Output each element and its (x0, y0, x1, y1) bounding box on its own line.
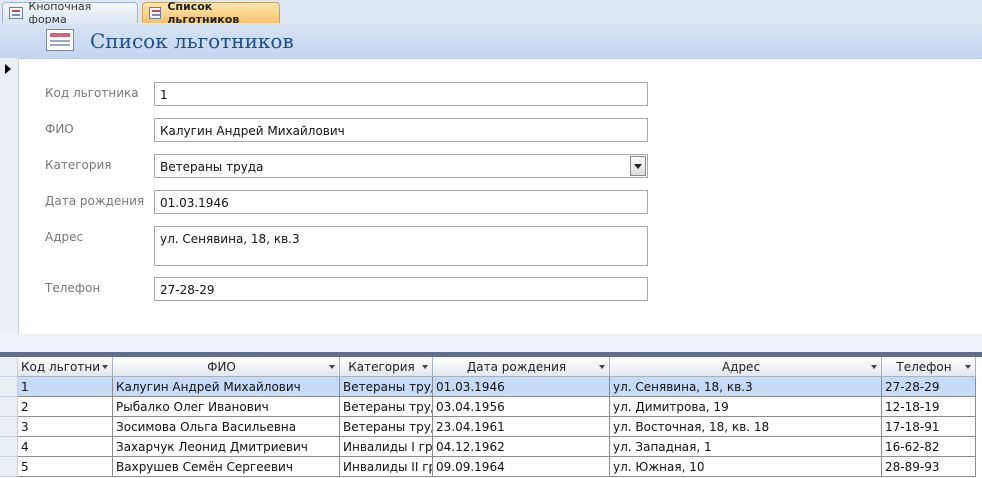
chevron-down-icon[interactable] (329, 365, 335, 369)
category-combo[interactable]: Ветераны труда (154, 154, 648, 178)
column-header-birthdate[interactable]: Дата рождения (433, 357, 610, 377)
column-header-address[interactable]: Адрес (610, 357, 882, 377)
table-cell[interactable]: ул. Восточная, 18, кв. 18 (610, 417, 882, 437)
table-cell[interactable]: Захарчук Леонид Дмитриевич (113, 437, 340, 457)
table-cell[interactable]: 03.04.1956 (433, 397, 610, 417)
column-header-phone[interactable]: Телефон (882, 357, 976, 377)
table-cell[interactable]: 3 (18, 417, 113, 437)
category-label: Категория (45, 158, 112, 172)
form-header: Список льготников (0, 24, 982, 59)
table-cell[interactable]: 01.03.1946 (433, 377, 610, 397)
form-icon (9, 7, 23, 19)
datasheet-header-row: Код льготни ФИО Категория Дата рождения … (0, 357, 982, 377)
row-selector[interactable] (0, 437, 18, 457)
table-cell[interactable]: Ветераны труда (340, 397, 433, 417)
address-label: Адрес (45, 230, 84, 244)
phone-label: Телефон (45, 281, 101, 295)
form-icon (149, 7, 162, 19)
table-cell[interactable]: 12-18-19 (882, 397, 976, 417)
row-selector[interactable] (0, 457, 18, 477)
table-cell[interactable]: 5 (18, 457, 113, 477)
table-cell[interactable]: Рыбалко Олег Иванович (113, 397, 340, 417)
table-cell[interactable]: Инвалиды I гр (340, 437, 433, 457)
table-cell[interactable]: 17-18-91 (882, 417, 976, 437)
chevron-down-icon[interactable] (102, 365, 108, 369)
fio-label: ФИО (45, 122, 74, 136)
table-cell[interactable]: 4 (18, 437, 113, 457)
column-header-code[interactable]: Код льготни (18, 357, 113, 377)
table-cell[interactable]: 27-28-29 (882, 377, 976, 397)
fio-field[interactable]: Калугин Андрей Михайлович (154, 118, 648, 142)
table-row[interactable]: 4 Захарчук Леонид Дмитриевич Инвалиды I … (0, 437, 982, 457)
table-cell[interactable]: ул. Южная, 10 (610, 457, 882, 477)
table-cell[interactable]: Ветераны труда (340, 417, 433, 437)
select-all-corner[interactable] (0, 357, 18, 377)
datasheet-grid: Код льготни ФИО Категория Дата рождения … (0, 357, 982, 478)
table-cell[interactable]: Ветераны труда (340, 377, 433, 397)
chevron-down-icon[interactable] (599, 365, 605, 369)
column-header-fio[interactable]: ФИО (113, 357, 340, 377)
phone-field[interactable]: 27-28-29 (154, 277, 648, 301)
row-selector[interactable] (0, 397, 18, 417)
form-icon (46, 29, 74, 51)
document-tabs: Кнопочная форма Список льготников (0, 0, 982, 26)
table-row[interactable]: 5 Вахрушев Семён Сергеевич Инвалиды II г… (0, 457, 982, 477)
table-row[interactable]: 1 Калугин Андрей Михайлович Ветераны тру… (0, 377, 982, 397)
tab-switchboard[interactable]: Кнопочная форма (2, 0, 138, 26)
tab-label: Список льготников (167, 0, 240, 26)
table-cell[interactable]: Вахрушев Семён Сергеевич (113, 457, 340, 477)
table-cell[interactable]: ул. Сенявина, 18, кв.3 (610, 377, 882, 397)
table-cell[interactable]: 2 (18, 397, 113, 417)
current-record-arrow-icon (5, 64, 11, 74)
code-label: Код льготника (45, 86, 139, 100)
table-row[interactable]: 2 Рыбалко Олег Иванович Ветераны труда 0… (0, 397, 982, 417)
table-cell[interactable]: Инвалиды II гр (340, 457, 433, 477)
form-title: Список льготников (90, 29, 294, 53)
table-cell[interactable]: 23.04.1961 (433, 417, 610, 437)
table-row[interactable]: 3 Зосимова Ольга Васильевна Ветераны тру… (0, 417, 982, 437)
code-field[interactable]: 1 (154, 82, 648, 106)
table-cell[interactable]: 16-62-82 (882, 437, 976, 457)
table-cell[interactable]: 04.12.1962 (433, 437, 610, 457)
category-value: Ветераны труда (160, 160, 264, 174)
address-field[interactable]: ул. Сенявина, 18, кв.3 (154, 226, 648, 266)
table-cell[interactable]: 1 (18, 377, 113, 397)
table-cell[interactable]: 28-89-93 (882, 457, 976, 477)
chevron-down-icon[interactable] (630, 156, 646, 176)
table-cell[interactable]: ул. Димитрова, 19 (610, 397, 882, 417)
birthdate-field[interactable]: 01.03.1946 (154, 190, 648, 214)
chevron-down-icon[interactable] (871, 365, 877, 369)
row-selector[interactable] (0, 417, 18, 437)
chevron-down-icon[interactable] (965, 365, 971, 369)
record-selector[interactable] (0, 58, 19, 334)
birthdate-label: Дата рождения (45, 194, 145, 208)
table-cell[interactable]: Калугин Андрей Михайлович (113, 377, 340, 397)
column-header-category[interactable]: Категория (340, 357, 433, 377)
tab-label: Кнопочная форма (28, 0, 92, 26)
table-cell[interactable]: 09.09.1964 (433, 457, 610, 477)
row-selector[interactable] (0, 377, 18, 397)
table-cell[interactable]: Зосимова Ольга Васильевна (113, 417, 340, 437)
chevron-down-icon[interactable] (422, 365, 428, 369)
tab-beneficiaries-list[interactable]: Список льготников (142, 0, 280, 26)
table-cell[interactable]: ул. Западная, 1 (610, 437, 882, 457)
